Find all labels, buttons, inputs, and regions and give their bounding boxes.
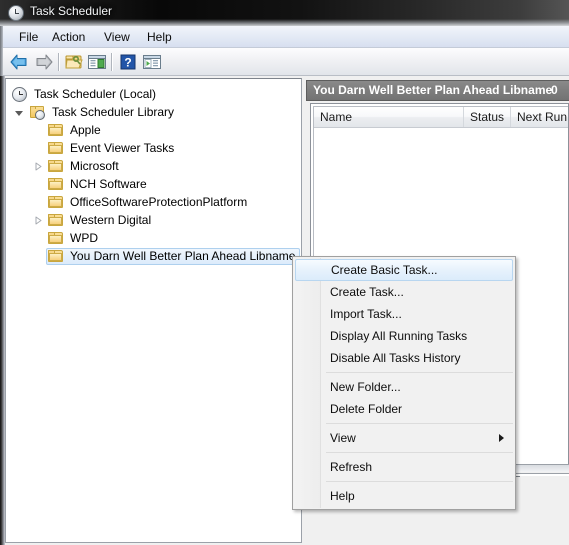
svg-text:?: ?: [124, 56, 131, 70]
tree-node-label: Task Scheduler Library: [52, 105, 175, 119]
library-folder-icon: [30, 105, 47, 120]
menu-item-new-folder[interactable]: New Folder...: [295, 376, 513, 398]
folder-icon: [48, 214, 64, 227]
tree-node-label: OfficeSoftwareProtectionPlatform: [70, 195, 248, 209]
tree-node-label: You Darn Well Better Plan Ahead Libname: [70, 249, 296, 263]
show-hide-action-pane-button[interactable]: [86, 52, 108, 72]
menu-item-display-all-running-tasks[interactable]: Display All Running Tasks: [295, 325, 513, 347]
task-scheduler-window: Task Scheduler File Action View Help ? T…: [0, 0, 569, 545]
back-button[interactable]: [8, 52, 30, 72]
menu-item-view[interactable]: View: [295, 427, 513, 449]
tree-node-label: NCH Software: [70, 177, 147, 191]
tree-node-label: Western Digital: [70, 213, 152, 227]
column-header-next-run-time[interactable]: Next Run T: [511, 107, 568, 127]
clock-icon: [8, 5, 24, 21]
menu-item-import-task[interactable]: Import Task...: [295, 303, 513, 325]
clock-icon: [12, 87, 27, 102]
menu-help[interactable]: Help: [142, 29, 177, 45]
menu-file[interactable]: File: [14, 29, 43, 45]
toolbar: ?: [0, 48, 569, 76]
context-menu-separator: [326, 452, 513, 453]
tasks-list-column-header: Name Status Next Run T: [314, 107, 568, 128]
tree-node-label: WPD: [70, 231, 98, 245]
folder-icon: [48, 250, 64, 263]
folder-icon: [48, 178, 64, 191]
window-title: Task Scheduler: [30, 4, 113, 18]
show-hide-console-tree-button[interactable]: [64, 52, 86, 72]
chevron-right-icon: [499, 434, 504, 442]
toolbar-separator-2: [111, 53, 113, 71]
menu-item-create-task[interactable]: Create Task...: [295, 281, 513, 303]
context-menu-separator: [326, 481, 513, 482]
tree-node-label: Apple: [70, 123, 101, 137]
column-header-name[interactable]: Name: [314, 107, 464, 127]
pane-background-filler: [520, 476, 569, 545]
tree-node-label: Task Scheduler (Local): [34, 87, 157, 101]
window-pane-icon: [88, 55, 106, 69]
tasks-pane-count: 0: [551, 83, 558, 97]
toolbar-separator-1: [58, 53, 60, 71]
window-pane-right-icon: [143, 55, 161, 69]
toolbar-left-edge: [0, 48, 3, 76]
menu-item-delete-folder[interactable]: Delete Folder: [295, 398, 513, 420]
help-button[interactable]: ?: [117, 52, 139, 72]
folder-icon: [48, 160, 64, 173]
arrow-left-icon: [10, 54, 27, 70]
context-menu-separator: [326, 423, 513, 424]
tasks-pane-header: You Darn Well Better Plan Ahead Libname …: [306, 80, 569, 101]
tree-node-label: Microsoft: [70, 159, 119, 173]
menu-action[interactable]: Action: [47, 29, 90, 45]
menu-item-view-label: View: [330, 431, 356, 445]
folder-icon: [48, 232, 64, 245]
tree-node-label: Event Viewer Tasks: [70, 141, 175, 155]
menu-item-disable-all-tasks-history[interactable]: Disable All Tasks History: [295, 347, 513, 369]
menu-bar: File Action View Help: [0, 26, 569, 48]
forward-button[interactable]: [33, 52, 55, 72]
context-menu: Create Basic Task... Create Task... Impo…: [292, 256, 516, 510]
context-menu-separator: [326, 372, 513, 373]
show-hide-details-pane-button[interactable]: [141, 52, 163, 72]
folder-icon: [48, 196, 64, 209]
tasks-pane-title: You Darn Well Better Plan Ahead Libname: [313, 83, 553, 97]
menubar-left-edge: [0, 26, 3, 48]
title-bar[interactable]: Task Scheduler: [0, 0, 569, 26]
arrow-right-icon: [36, 54, 53, 70]
menu-item-help[interactable]: Help: [295, 485, 513, 507]
folder-icon: [48, 142, 64, 155]
column-header-status[interactable]: Status: [464, 107, 511, 127]
menu-item-create-basic-task[interactable]: Create Basic Task...: [295, 259, 513, 281]
folder-icon: [48, 124, 64, 137]
question-mark-icon: ?: [120, 54, 136, 70]
console-tree-pane[interactable]: Task Scheduler (Local) Task Scheduler Li…: [5, 78, 302, 543]
folder-open-icon: [65, 55, 83, 69]
expander-collapsed-icon[interactable]: [34, 162, 43, 171]
expander-collapsed-icon[interactable]: [34, 216, 43, 225]
menu-item-refresh[interactable]: Refresh: [295, 456, 513, 478]
expander-expanded-icon[interactable]: [15, 109, 24, 118]
menu-view[interactable]: View: [99, 29, 135, 45]
